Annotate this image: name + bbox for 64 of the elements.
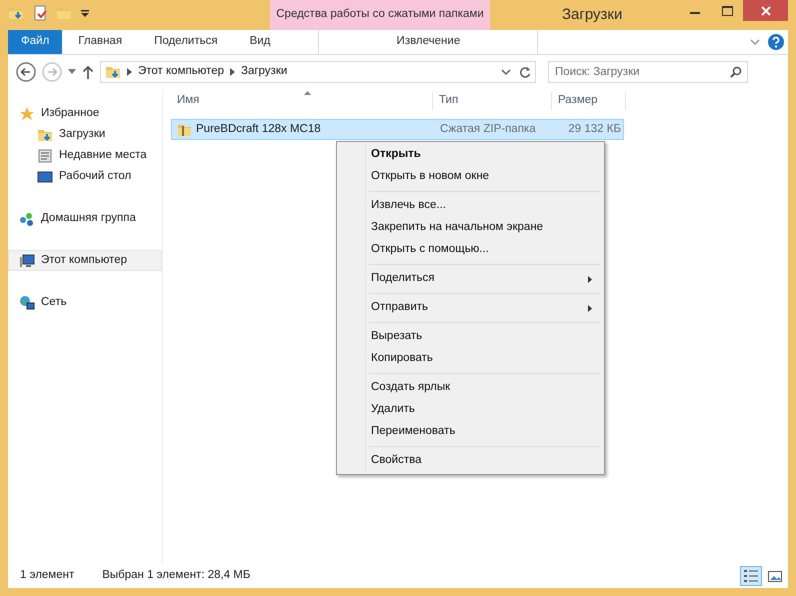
menu-item[interactable]: Отправить bbox=[339, 297, 602, 319]
properties-icon[interactable] bbox=[32, 5, 48, 21]
recent-places-icon bbox=[37, 148, 53, 164]
menu-item[interactable]: Открыть в новом окне bbox=[339, 166, 602, 188]
breadcrumb-link[interactable]: Загрузки bbox=[241, 63, 288, 81]
menu-item[interactable]: Поделиться bbox=[339, 268, 602, 290]
homegroup-icon bbox=[19, 210, 35, 226]
file-tab[interactable]: Файл bbox=[8, 30, 62, 54]
computer-icon bbox=[19, 252, 35, 268]
sort-arrow-icon bbox=[304, 91, 311, 95]
chevron-down-icon[interactable] bbox=[750, 37, 760, 47]
up-icon[interactable] bbox=[82, 65, 94, 79]
menu-item[interactable]: Вырезать bbox=[339, 326, 602, 348]
details-view-icon bbox=[743, 569, 759, 583]
window-title: Загрузки bbox=[562, 5, 622, 25]
file-row[interactable]: PureBDcraft 128x MC18 Сжатая ZIP-папка 29 132 КБ bbox=[171, 119, 624, 140]
nav-item[interactable]: Этот компьютер bbox=[8, 250, 162, 271]
item-count: 1 элемент bbox=[20, 568, 74, 584]
star-icon bbox=[19, 106, 35, 122]
network-icon bbox=[19, 294, 35, 310]
help-icon[interactable] bbox=[768, 34, 784, 50]
menu-item[interactable]: Удалить bbox=[339, 399, 602, 421]
file-type: Сжатая ZIP-папка bbox=[439, 122, 537, 137]
refresh-icon[interactable] bbox=[519, 66, 531, 78]
chevron-right-icon bbox=[230, 68, 235, 76]
ribbon-tab[interactable]: Поделиться bbox=[138, 30, 234, 54]
back-icon[interactable] bbox=[16, 62, 36, 82]
folder-icon bbox=[105, 64, 121, 80]
menu-item[interactable]: Извлечь все... bbox=[339, 195, 602, 217]
ribbon-tab[interactable]: Вид bbox=[234, 30, 286, 54]
menu-item[interactable]: Закрепить на начальном экране bbox=[339, 217, 602, 239]
menu-item[interactable]: Открыть с помощью... bbox=[339, 239, 602, 261]
nav-item[interactable]: Рабочий стол bbox=[8, 166, 162, 187]
nav-item[interactable]: Недавние места bbox=[8, 145, 162, 166]
menu-item[interactable]: Свойства bbox=[339, 450, 602, 472]
folder-icon bbox=[8, 5, 24, 21]
menu-item[interactable]: Открыть bbox=[339, 144, 602, 166]
menu-item[interactable]: Копировать bbox=[339, 348, 602, 370]
close-icon[interactable] bbox=[760, 6, 770, 16]
maximize-icon[interactable] bbox=[722, 6, 732, 16]
ribbon-tab[interactable]: Главная bbox=[62, 30, 138, 54]
column-header[interactable]: Размер bbox=[552, 92, 626, 110]
file-name: PureBDcraft 128x MC18 bbox=[196, 122, 321, 137]
selection-info: Выбран 1 элемент: 28,4 МБ bbox=[102, 568, 250, 584]
file-size: 29 132 КБ bbox=[567, 122, 621, 137]
nav-item[interactable]: Сеть bbox=[8, 292, 162, 313]
chevron-down-icon[interactable] bbox=[501, 68, 511, 76]
details-view-button[interactable] bbox=[740, 566, 762, 586]
nav-item[interactable]: Загрузки bbox=[8, 124, 162, 145]
context-tab-header: Средства работы со сжатыми папками bbox=[270, 0, 490, 30]
chevron-right-icon bbox=[127, 68, 132, 76]
search-field[interactable]: Поиск: Загрузки bbox=[548, 61, 748, 83]
column-header[interactable]: Тип bbox=[433, 92, 552, 110]
nav-item[interactable]: Избранное bbox=[8, 103, 162, 124]
submenu-arrow-icon bbox=[588, 276, 592, 282]
menu-item[interactable]: Создать ярлык bbox=[339, 377, 602, 399]
breadcrumb-link[interactable]: Этот компьютер bbox=[138, 63, 224, 81]
large-icons-view-icon bbox=[767, 569, 783, 583]
menu-item[interactable]: Переименовать bbox=[339, 421, 602, 443]
submenu-arrow-icon bbox=[588, 304, 592, 312]
nav-item[interactable]: Домашняя группа bbox=[8, 208, 162, 229]
ribbon-tab[interactable]: Извлечение bbox=[318, 30, 538, 54]
dropdown-icon[interactable] bbox=[68, 69, 76, 75]
desktop-icon bbox=[37, 168, 53, 184]
